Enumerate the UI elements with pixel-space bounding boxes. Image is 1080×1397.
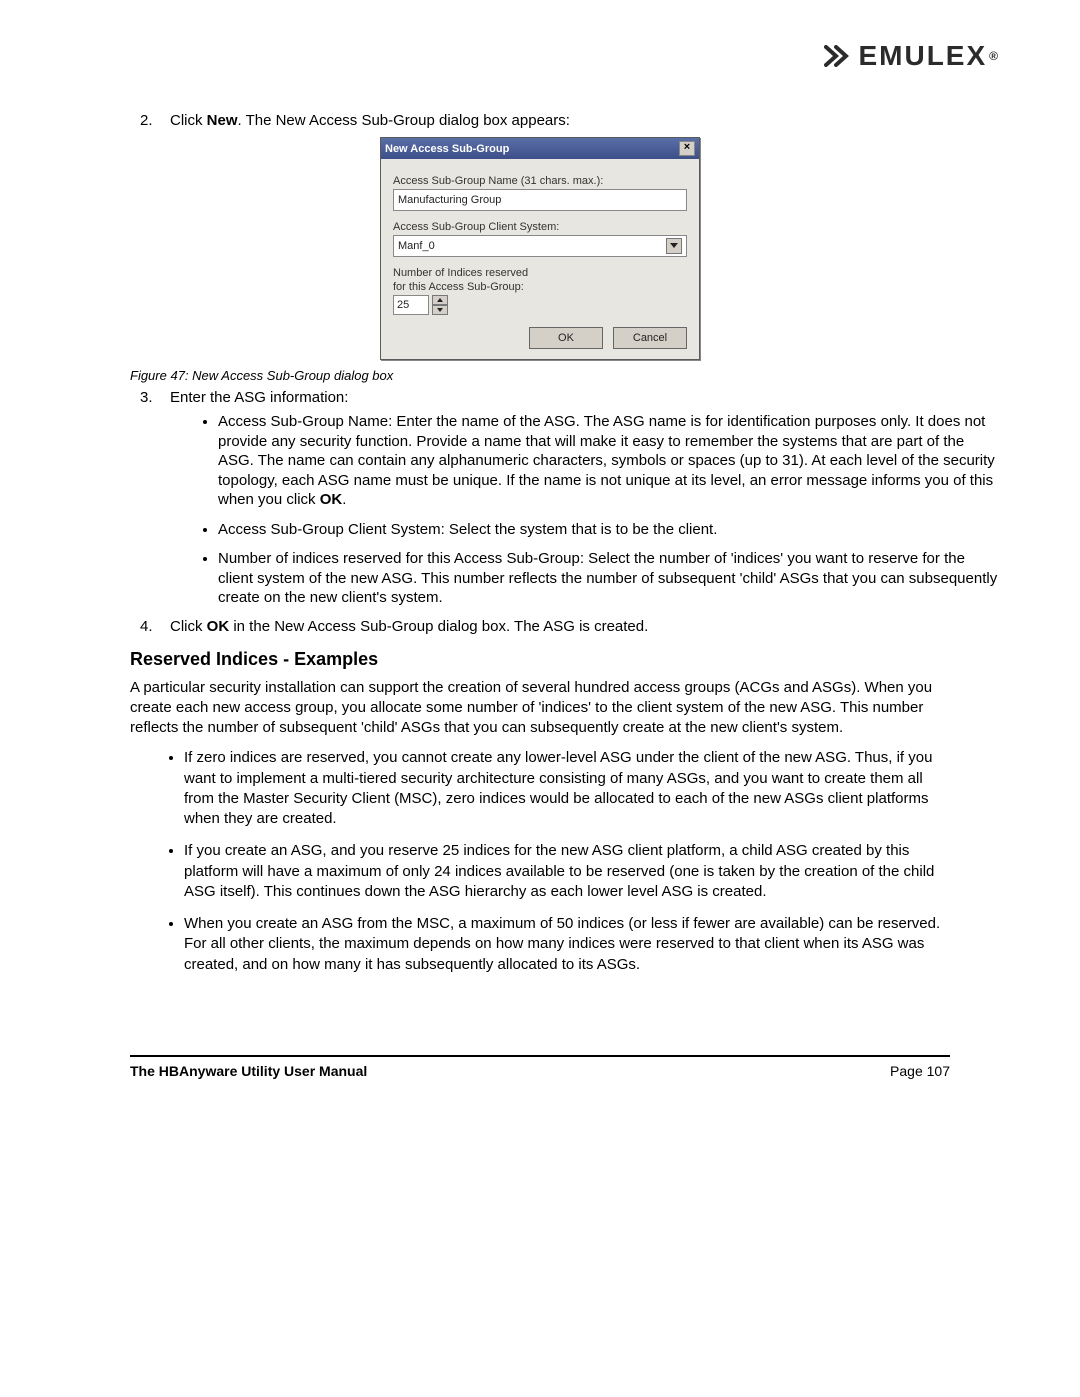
section-paragraph: A particular security installation can s… [130,678,950,739]
step-3-text: Enter the ASG information: [170,389,1000,406]
step-3: 3. Enter the ASG information: [140,389,1000,406]
step-4-pre: Click [170,618,207,635]
section-bullet-0: If zero indices are reserved, you cannot… [184,748,950,829]
page-footer: The HBAnyware Utility User Manual Page 1… [130,1063,950,1079]
step-2-num: 2. [140,112,170,129]
asg-client-select[interactable]: Manf_0 [393,235,687,257]
spin-down-icon[interactable] [432,305,448,315]
figure-caption: Figure 47: New Access Sub-Group dialog b… [130,368,1000,383]
indices-label-1: Number of Indices reserved [393,267,687,279]
brand-logo: EMULEX® [80,40,1000,72]
section-bullets: If zero indices are reserved, you cannot… [166,748,950,975]
footer-rule [130,1055,950,1057]
asg-name-input[interactable]: Manufacturing Group [393,189,687,211]
step-3-bullet-0: Access Sub-Group Name: Enter the name of… [218,412,1000,510]
cancel-button[interactable]: Cancel [613,327,687,349]
step-3-num: 3. [140,389,170,406]
indices-input[interactable]: 25 [393,295,429,315]
ok-button[interactable]: OK [529,327,603,349]
footer-left: The HBAnyware Utility User Manual [130,1063,367,1079]
step-2-pre: Click [170,112,207,129]
step-2-post: . The New Access Sub-Group dialog box ap… [238,112,570,129]
step-2-bold: New [207,112,238,129]
dialog-title: New Access Sub-Group [385,143,509,155]
indices-label-2: for this Access Sub-Group: [393,281,687,293]
asg-client-value: Manf_0 [398,238,435,254]
close-icon[interactable]: × [679,141,695,156]
asg-client-label: Access Sub-Group Client System: [393,221,687,233]
step-3-bullet-1: Access Sub-Group Client System: Select t… [218,520,1000,540]
indices-value: 25 [397,299,409,311]
step-4-bold: OK [207,618,230,635]
chevron-down-icon[interactable] [666,238,682,254]
asg-name-label: Access Sub-Group Name (31 chars. max.): [393,175,687,187]
step-3-bullet-2: Number of indices reserved for this Acce… [218,549,1000,608]
step-4-num: 4. [140,618,170,635]
step-4: 4. Click OK in the New Access Sub-Group … [140,618,1000,635]
new-asg-dialog: New Access Sub-Group × Access Sub-Group … [380,137,700,360]
spin-up-icon[interactable] [432,295,448,305]
section-bullet-2: When you create an ASG from the MSC, a m… [184,914,950,975]
step-2: 2. Click New. The New Access Sub-Group d… [140,112,1000,129]
step-3-bullets: Access Sub-Group Name: Enter the name of… [200,412,1000,608]
section-heading: Reserved Indices - Examples [130,649,1000,670]
footer-right: Page 107 [890,1063,950,1079]
emulex-mark-icon [824,45,852,67]
section-bullet-1: If you create an ASG, and you reserve 25… [184,841,950,902]
brand-name: EMULEX [858,40,987,72]
step-4-post: in the New Access Sub-Group dialog box. … [229,618,648,635]
asg-name-value: Manufacturing Group [398,192,501,208]
